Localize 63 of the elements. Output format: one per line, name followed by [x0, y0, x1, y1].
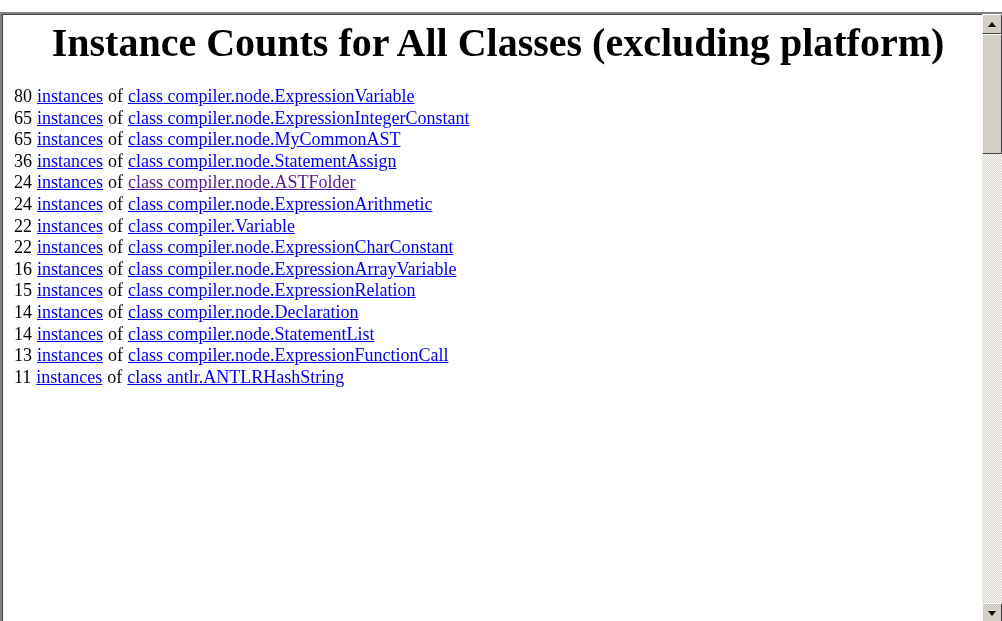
instances-link[interactable]: instances — [37, 258, 103, 279]
instances-link[interactable]: instances — [37, 107, 103, 128]
instances-link[interactable]: instances — [37, 323, 103, 344]
class-name-link[interactable]: class compiler.node.ExpressionArithmetic — [128, 193, 433, 214]
up-arrow-icon — [988, 21, 996, 27]
instances-link[interactable]: instances — [37, 172, 103, 193]
of-text: of — [108, 172, 123, 193]
instance-count: 14 — [14, 301, 32, 322]
instance-count: 65 — [14, 107, 32, 128]
instance-count: 11 — [14, 366, 32, 387]
of-text: of — [107, 366, 123, 387]
class-name-link[interactable]: class compiler.node.ExpressionCharConstant — [128, 237, 454, 258]
instances-link[interactable]: instances — [37, 280, 103, 301]
instance-count: 13 — [14, 345, 32, 366]
of-text: of — [108, 215, 123, 236]
instance-count: 22 — [14, 215, 32, 236]
class-name-link[interactable]: class compiler.node.ExpressionIntegerConstant — [128, 107, 470, 128]
instances-link[interactable]: instances — [37, 215, 103, 236]
class-name-link[interactable]: class compiler.Variable — [128, 215, 295, 236]
class-name-link[interactable]: class compiler.node.ExpressionRelation — [128, 280, 416, 301]
class-name-link[interactable]: class compiler.node.StatementList — [128, 323, 375, 344]
class-name-link[interactable]: class compiler.node.Declaration — [128, 301, 359, 322]
of-text: of — [108, 150, 123, 171]
instance-count: 80 — [14, 86, 32, 106]
instances-link[interactable]: instances — [37, 345, 103, 366]
class-name-link[interactable]: class compiler.node.ExpressionFunctionCall — [128, 345, 449, 366]
class-name-link[interactable]: class compiler.node.ExpressionVariable — [128, 86, 415, 106]
class-name-link[interactable]: class compiler.node.MyCommonAST — [128, 129, 401, 150]
instances-link[interactable]: instances — [37, 237, 103, 258]
instance-count: 14 — [14, 323, 32, 344]
class-name-link[interactable]: class compiler.node.ExpressionArrayVariable — [128, 258, 457, 279]
class-name-link[interactable]: class compiler.node.ASTFolder — [128, 172, 356, 193]
instance-count: 16 — [14, 258, 32, 279]
scroll-up-button[interactable] — [982, 14, 1002, 34]
down-arrow-icon — [988, 610, 996, 616]
of-text: of — [108, 345, 123, 366]
instances-link[interactable]: instances — [37, 129, 103, 150]
of-text: of — [108, 323, 123, 344]
of-text: of — [108, 258, 123, 279]
instance-count: 15 — [14, 280, 32, 301]
of-text: of — [108, 129, 123, 150]
instance-count: 24 — [14, 172, 32, 193]
class-name-link[interactable]: class compiler.node.StatementAssign — [128, 150, 397, 171]
instance-count: 36 — [14, 150, 32, 171]
instances-link[interactable]: instances — [37, 86, 103, 106]
page-heading: Instance Counts for All Classes (excluding platform) — [50, 20, 946, 66]
scroll-down-button[interactable] — [982, 603, 1002, 621]
of-text: of — [108, 193, 123, 214]
instance-count: 24 — [14, 193, 32, 214]
instances-link[interactable]: instances — [37, 150, 103, 171]
instances-link[interactable]: instances — [36, 366, 103, 387]
class-name-link[interactable]: class antlr.ANTLRHashString — [127, 366, 345, 387]
vertical-scrollbar[interactable] — [982, 14, 1002, 621]
of-text: of — [108, 107, 123, 128]
instance-count: 65 — [14, 129, 32, 150]
instances-link[interactable]: instances — [37, 301, 103, 322]
of-text: of — [108, 301, 123, 322]
of-text: of — [108, 280, 123, 301]
scroll-thumb[interactable] — [982, 34, 1002, 154]
of-text: of — [108, 237, 123, 258]
of-text: of — [108, 86, 123, 106]
instance-count: 22 — [14, 237, 32, 258]
instances-link[interactable]: instances — [37, 193, 103, 214]
